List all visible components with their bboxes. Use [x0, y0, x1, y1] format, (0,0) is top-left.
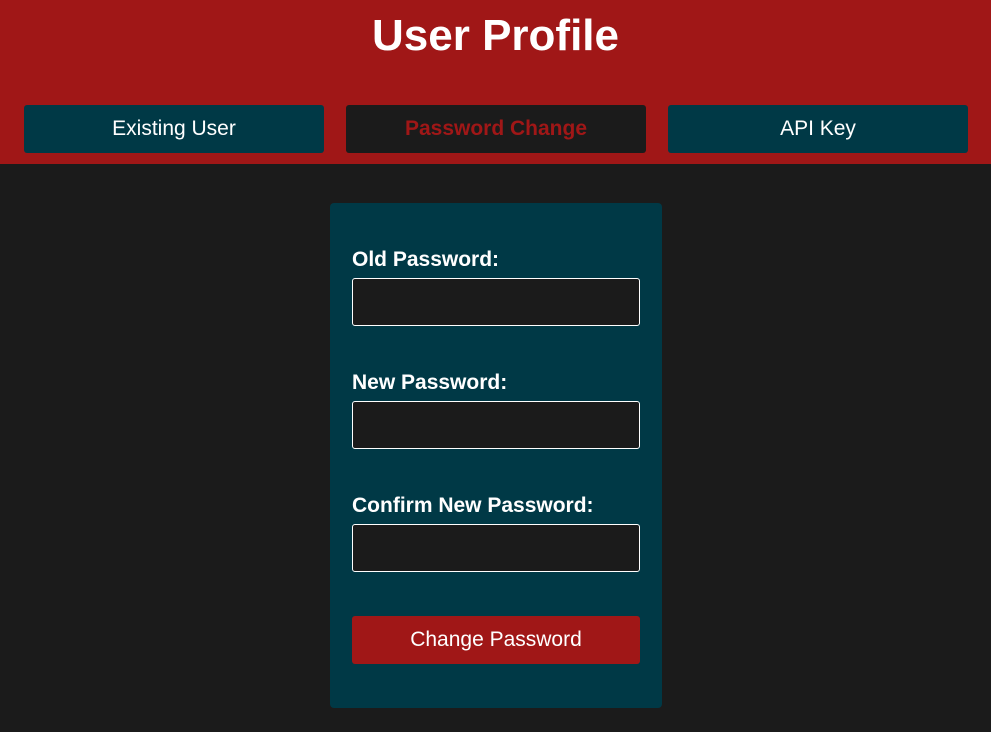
page-title: User Profile	[372, 11, 619, 60]
tab-password-change[interactable]: Password Change	[346, 105, 646, 153]
old-password-label: Old Password:	[352, 248, 500, 271]
tab-existing-user[interactable]: Existing User	[24, 105, 324, 153]
new-password-input[interactable]	[352, 401, 640, 449]
header-bar: User Profile Existing User Password Chan…	[0, 0, 991, 164]
confirm-password-input[interactable]	[352, 524, 640, 572]
old-password-input[interactable]	[352, 278, 640, 326]
new-password-label: New Password:	[352, 371, 508, 394]
password-change-form: Old Password: New Password: Confirm New …	[330, 203, 662, 708]
change-password-button[interactable]: Change Password	[352, 616, 640, 664]
confirm-password-label: Confirm New Password:	[352, 494, 594, 517]
tab-api-key[interactable]: API Key	[668, 105, 968, 153]
